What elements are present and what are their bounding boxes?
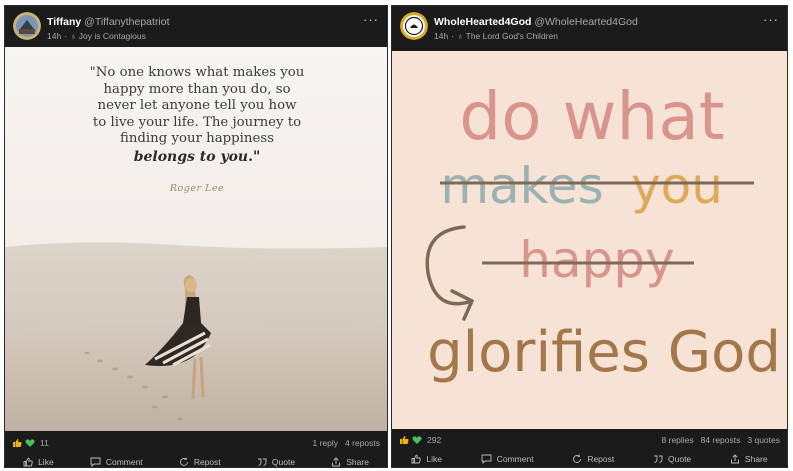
author-name[interactable]: Tiffany	[47, 16, 81, 28]
post-actions: Like Comment Repost Quote Share	[5, 457, 387, 467]
quote-button[interactable]: Quote	[653, 454, 691, 464]
art-line-4: glorifies God	[427, 320, 781, 385]
like-button[interactable]: Like	[411, 454, 442, 464]
thumbs-up-icon	[23, 457, 33, 467]
share-icon	[332, 457, 341, 467]
quote-line: finding your happiness	[119, 131, 274, 146]
quote-icon	[654, 455, 663, 463]
repost-label: Repost	[587, 454, 615, 464]
quote-line: to live your life. The journey to	[92, 114, 302, 130]
comment-icon	[90, 457, 101, 467]
post-card-tiffany: Tiffany @Tiffanythepatriot 14h · ♁ Joy is …	[4, 5, 388, 468]
share-button[interactable]: Share	[730, 454, 768, 464]
comment-icon	[481, 454, 492, 464]
post-image[interactable]: "No one knows what makes you happy more …	[5, 47, 387, 431]
avatar[interactable]	[13, 12, 41, 40]
more-options-icon[interactable]: ···	[363, 12, 379, 27]
quote-line: happy more than you do, so	[103, 81, 291, 97]
group-name[interactable]: Joy is Contagious	[79, 31, 146, 41]
author-name[interactable]: WholeHearted4God	[434, 16, 531, 28]
quote-label: Quote	[271, 457, 296, 467]
post-actions: Like Comment Repost Quote Share	[392, 454, 787, 464]
replies-count[interactable]: 1 reply	[313, 438, 339, 448]
post-card-wholehearted4god: WholeHearted4God @WholeHearted4God 14h · ♁…	[391, 5, 788, 468]
art-line-2a: makes	[440, 157, 603, 215]
reposts-count[interactable]: 4 reposts	[345, 438, 380, 448]
author-handle[interactable]: @WholeHearted4God	[534, 16, 637, 28]
love-reaction-icon	[25, 438, 35, 448]
love-reaction-icon	[412, 435, 422, 445]
post-header: WholeHearted4God @WholeHearted4God 14h · ♁…	[392, 6, 787, 50]
quote-line: "No one knows what makes you	[89, 65, 305, 80]
art-line-2b: you	[631, 157, 723, 215]
like-reaction-icon	[12, 438, 22, 448]
share-label: Share	[346, 457, 369, 467]
replies-count[interactable]: 8 replies	[662, 435, 694, 445]
group-icon: ♁	[457, 31, 464, 41]
share-icon	[730, 454, 739, 464]
share-label: Share	[744, 454, 768, 464]
reactions-summary[interactable]: 11	[12, 438, 49, 448]
repost-icon	[179, 457, 188, 466]
lettering-artwork: do what makes you happy glorifies God	[392, 51, 787, 429]
post-stats: 292 8 replies 84 reposts 3 quotes	[392, 433, 787, 449]
more-options-icon[interactable]: ···	[763, 12, 779, 27]
repost-icon	[573, 454, 582, 463]
reaction-count: 11	[40, 438, 49, 448]
thumbs-up-icon	[411, 454, 422, 464]
quote-text: "No one knows what makes you happy more …	[5, 65, 387, 166]
like-reaction-icon	[399, 435, 409, 445]
comment-label: Comment	[496, 454, 534, 464]
comment-button[interactable]: Comment	[481, 454, 534, 464]
quote-label: Quote	[668, 454, 692, 464]
like-label: Like	[426, 454, 442, 464]
art-line-1: do what	[459, 78, 724, 155]
post-header: Tiffany @Tiffanythepatriot 14h · ♁ Joy is …	[5, 6, 387, 50]
art-line-3: happy	[519, 231, 674, 289]
comment-button[interactable]: Comment	[90, 457, 143, 467]
reactions-summary[interactable]: 292	[399, 435, 441, 445]
group-icon: ♁	[70, 31, 77, 41]
reaction-count: 292	[427, 435, 442, 445]
quote-emphasis: belongs to you."	[133, 148, 261, 165]
post-time: 14h	[47, 31, 62, 41]
quote-button[interactable]: Quote	[257, 457, 295, 467]
quote-signature: Roger Lee	[169, 183, 225, 194]
comment-label: Comment	[105, 457, 143, 467]
share-button[interactable]: Share	[331, 457, 369, 467]
quote-line: never let anyone tell you how	[97, 98, 297, 113]
reposts-count[interactable]: 84 reposts	[701, 435, 741, 445]
post-image[interactable]: do what makes you happy glorifies God	[392, 51, 787, 429]
quotes-count[interactable]: 3 quotes	[747, 435, 780, 445]
like-label: Like	[38, 457, 54, 467]
repost-button[interactable]: Repost	[179, 457, 221, 467]
quote-icon	[257, 458, 267, 466]
like-button[interactable]: Like	[23, 457, 54, 467]
post-time: 14h	[434, 31, 449, 41]
repost-label: Repost	[193, 457, 221, 467]
repost-button[interactable]: Repost	[572, 454, 614, 464]
avatar[interactable]	[400, 12, 428, 40]
group-name[interactable]: The Lord God's Children	[466, 31, 558, 41]
post-stats: 11 1 reply 4 reposts	[5, 436, 387, 452]
author-handle[interactable]: @Tiffanythepatriot	[84, 16, 169, 28]
